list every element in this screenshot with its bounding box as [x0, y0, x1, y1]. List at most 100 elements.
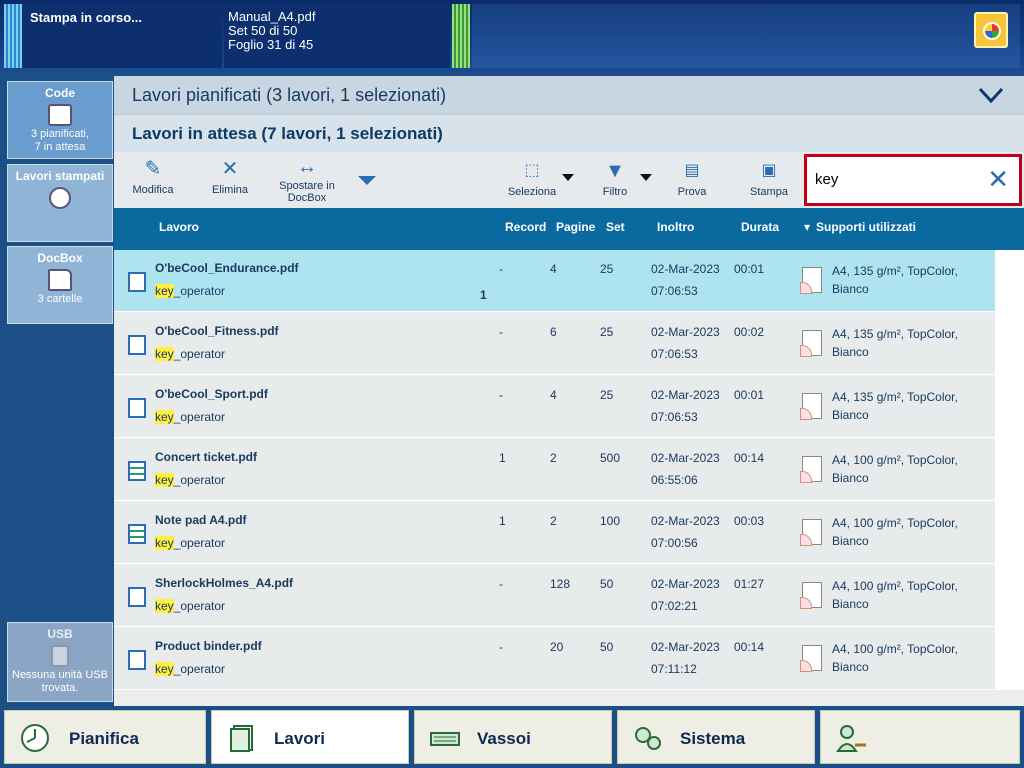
- job-media-line2: Bianco: [832, 345, 869, 359]
- job-duration: 00:14: [734, 640, 765, 654]
- table-row[interactable]: O'beCool_Sport.pdf key_operator - 4 25 0…: [114, 376, 995, 438]
- history-clock-icon: [49, 187, 71, 209]
- chevron-down-icon[interactable]: [978, 86, 1004, 104]
- more-actions-dropdown[interactable]: [358, 176, 376, 185]
- move-arrows-icon: ↔: [297, 156, 317, 178]
- printer-status: Stampa in corso...: [22, 4, 222, 68]
- print-button[interactable]: ▣ Stampa: [746, 160, 792, 198]
- color-wheel-button[interactable]: [974, 12, 1008, 48]
- job-name: Concert ticket.pdf: [155, 450, 258, 464]
- job-date: 02-Mar-2023: [651, 514, 720, 528]
- job-pages: 2: [550, 451, 557, 465]
- nav-item-docbox[interactable]: DocBox 3 cartelle: [7, 246, 113, 324]
- filter-dropdown[interactable]: [640, 174, 652, 181]
- gears-icon: [635, 727, 661, 750]
- tab-jobs[interactable]: Lavori: [211, 710, 409, 764]
- move-to-docbox-button[interactable]: ↔ Spostare in DocBox: [274, 156, 340, 204]
- job-duration: 00:03: [734, 514, 765, 528]
- job-time: 07:00:56: [651, 536, 698, 550]
- delete-button[interactable]: ✕ Elimina: [206, 158, 254, 196]
- search-highlight: key: [155, 347, 174, 361]
- proof-icon: ▤: [684, 162, 700, 179]
- job-name: Note pad A4.pdf: [155, 513, 247, 527]
- job-media-line1: A4, 100 g/m², TopColor,: [832, 453, 958, 467]
- document-icon: [128, 587, 146, 607]
- tab-trays-label: Vassoi: [477, 729, 531, 748]
- media-icon: [800, 393, 822, 420]
- table-row[interactable]: Concert ticket.pdf key_operator 1 2 500 …: [114, 439, 995, 501]
- set-progress: Set 50 di 50: [228, 23, 298, 38]
- media-icon: [800, 456, 822, 483]
- job-set: 25: [600, 388, 614, 402]
- job-media: A4, 135 g/m², TopColor, Bianco: [832, 388, 958, 424]
- column-media[interactable]: Supporti utilizzati: [816, 220, 916, 234]
- select-icon: ⬚: [524, 162, 540, 179]
- delete-label: Elimina: [211, 184, 249, 196]
- table-row[interactable]: Note pad A4.pdf key_operator 1 2 100 02-…: [114, 502, 995, 564]
- job-set: 25: [600, 325, 614, 339]
- column-submitted[interactable]: Inoltro: [657, 220, 694, 234]
- table-row[interactable]: Product binder.pdf key_operator - 20 50 …: [114, 628, 995, 690]
- table-row[interactable]: O'beCool_Fitness.pdf key_operator - 6 25…: [114, 313, 995, 375]
- search-highlight: key: [155, 410, 174, 424]
- job-badge: 1: [480, 288, 487, 302]
- job-name: Product binder.pdf: [155, 639, 262, 653]
- table-row[interactable]: O'beCool_Endurance.pdf key_operator 1 - …: [114, 250, 995, 312]
- nav-item-printed-jobs[interactable]: Lavori stampati: [7, 164, 113, 242]
- job-name: SherlockHolmes_A4.pdf: [155, 576, 294, 590]
- proof-button[interactable]: ▤ Prova: [670, 160, 714, 198]
- document-icon: [128, 398, 146, 418]
- select-dropdown[interactable]: [562, 174, 574, 181]
- job-set: 100: [600, 514, 621, 528]
- edit-button[interactable]: ✎ Modifica: [128, 158, 178, 196]
- job-media-line2: Bianco: [832, 534, 869, 548]
- search-highlight: key: [155, 599, 174, 613]
- nav-item-usb-label: USB: [47, 627, 73, 641]
- filter-label: Filtro: [602, 186, 628, 198]
- search-highlight: key: [155, 662, 174, 676]
- job-document-icon: [230, 725, 253, 752]
- usb-icon: [51, 645, 69, 667]
- tab-system-label: Sistema: [680, 729, 746, 748]
- user-key-icon: [836, 725, 866, 752]
- job-duration: 00:02: [734, 325, 765, 339]
- select-button[interactable]: ⬚ Seleziona: [504, 160, 560, 198]
- job-owner-rest: _operator: [173, 599, 226, 613]
- clear-search-icon[interactable]: ✕: [987, 165, 1009, 193]
- job-time: 07:02:21: [651, 599, 698, 613]
- nav-usb-status-1: Nessuna unità USB: [12, 669, 108, 681]
- variable-data-document-icon: [128, 524, 146, 544]
- document-icon: [128, 335, 146, 355]
- waiting-jobs-header: Lavori in attesa (7 lavori, 1 selezionat…: [114, 114, 1024, 152]
- sheet-progress: Foglio 31 di 45: [228, 37, 314, 52]
- job-date: 02-Mar-2023: [651, 262, 720, 276]
- job-media: A4, 135 g/m², TopColor, Bianco: [832, 325, 958, 361]
- job-pages: 2: [550, 514, 557, 528]
- pencil-icon: ✎: [144, 158, 162, 180]
- job-date: 02-Mar-2023: [651, 451, 720, 465]
- filter-button[interactable]: ▼ Filtro: [592, 160, 638, 198]
- column-job[interactable]: Lavoro: [159, 220, 199, 234]
- tab-trays[interactable]: Vassoi: [414, 710, 612, 764]
- search-input[interactable]: key ✕: [804, 154, 1022, 206]
- column-set[interactable]: Set: [606, 220, 625, 234]
- job-set: 500: [600, 451, 621, 465]
- column-record[interactable]: Record: [505, 220, 546, 234]
- tab-schedule[interactable]: Pianifica: [4, 710, 206, 764]
- job-media: A4, 100 g/m², TopColor, Bianco: [832, 514, 958, 550]
- job-record: 1: [499, 514, 506, 528]
- planned-jobs-header[interactable]: Lavori pianificati (3 lavori, 1 selezion…: [114, 76, 1024, 114]
- table-row[interactable]: SherlockHolmes_A4.pdf key_operator - 128…: [114, 565, 995, 627]
- search-input-value: key: [815, 171, 839, 188]
- planned-jobs-title: Lavori pianificati (3 lavori, 1 selezion…: [132, 85, 447, 105]
- tab-system[interactable]: Sistema: [617, 710, 815, 764]
- nav-item-queues[interactable]: Code 3 pianificati, 7 in attesa: [7, 81, 113, 159]
- column-pages[interactable]: Pagine: [556, 220, 595, 234]
- document-icon: [128, 272, 146, 292]
- job-set: 50: [600, 577, 614, 591]
- column-duration[interactable]: Durata: [741, 220, 779, 234]
- scrollbar[interactable]: [995, 250, 1024, 690]
- main-panel: Lavori pianificati (3 lavori, 1 selezion…: [114, 76, 1024, 706]
- proof-label: Prova: [677, 186, 707, 198]
- tab-user-login[interactable]: [820, 710, 1020, 764]
